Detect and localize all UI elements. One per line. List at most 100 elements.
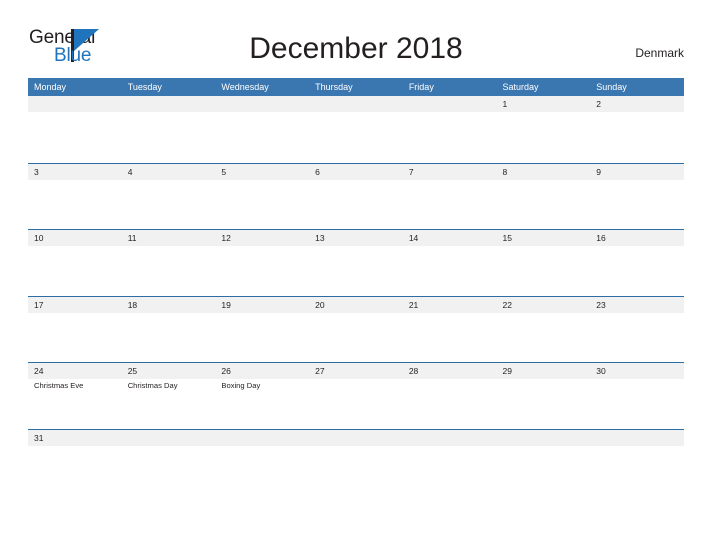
event-label [122, 313, 216, 327]
event-label [403, 180, 497, 194]
week-row: 3 4 5 6 7 8 9 [28, 162, 684, 230]
country-label: Denmark [635, 46, 684, 60]
day-cell[interactable]: 31 [28, 430, 122, 446]
event-label [590, 313, 684, 327]
event-label [403, 379, 497, 393]
day-cell[interactable]: 7 [403, 164, 497, 180]
event-label: Christmas Day [127, 381, 178, 390]
day-cell[interactable] [215, 96, 309, 112]
day-cell[interactable]: 10 [28, 230, 122, 246]
weekday-header-friday: Friday [408, 82, 434, 92]
event-row [28, 112, 684, 126]
event-label [309, 246, 403, 260]
event-label [28, 180, 122, 194]
calendar-grid: Monday Tuesday Wednesday Thursday Friday… [28, 78, 684, 453]
day-cell[interactable]: 13 [309, 230, 403, 246]
day-cell[interactable]: 25 [122, 363, 216, 379]
event-label [590, 246, 684, 260]
day-number-band: 10 11 12 13 14 15 16 [28, 230, 684, 246]
day-cell[interactable]: 4 [122, 164, 216, 180]
weekday-header-thursday: Thursday [315, 82, 353, 92]
event-label [28, 313, 122, 327]
day-cell[interactable] [590, 430, 684, 446]
event-label [309, 446, 403, 460]
event-label [497, 313, 591, 327]
day-cell[interactable]: 12 [215, 230, 309, 246]
week-row: 17 18 19 20 21 22 23 [28, 295, 684, 363]
event-label [309, 112, 403, 126]
day-cell[interactable]: 5 [215, 164, 309, 180]
event-label [497, 379, 591, 393]
week-row: 1 2 [28, 96, 684, 163]
day-cell[interactable]: 6 [309, 164, 403, 180]
weekday-header-tuesday: Tuesday [127, 82, 162, 92]
event-label [122, 112, 216, 126]
weekday-header-saturday: Saturday [502, 82, 539, 92]
event-label [309, 180, 403, 194]
event-label [590, 446, 684, 460]
day-cell[interactable]: 3 [28, 164, 122, 180]
day-cell[interactable] [215, 430, 309, 446]
event-label [215, 246, 309, 260]
day-cell[interactable]: 2 [590, 96, 684, 112]
weekday-header-monday: Monday [34, 82, 67, 92]
day-cell[interactable] [309, 430, 403, 446]
event-label [215, 180, 309, 194]
day-cell[interactable]: 21 [403, 297, 497, 313]
event-label [28, 112, 122, 126]
day-cell[interactable]: 1 [497, 96, 591, 112]
week-row: 31 [28, 428, 684, 453]
day-cell[interactable]: 11 [122, 230, 216, 246]
event-label [28, 446, 122, 460]
day-cell[interactable] [309, 96, 403, 112]
day-cell[interactable]: 14 [403, 230, 497, 246]
event-label [497, 246, 591, 260]
day-number-band: 17 18 19 20 21 22 23 [28, 296, 684, 313]
day-cell[interactable] [122, 96, 216, 112]
day-cell[interactable] [403, 430, 497, 446]
week-row: 10 11 12 13 14 15 16 [28, 229, 684, 296]
day-cell[interactable]: 30 [590, 363, 684, 379]
weekday-header-wednesday: Wednesday [221, 82, 269, 92]
event-label [403, 112, 497, 126]
event-label [215, 112, 309, 126]
day-cell[interactable]: 9 [590, 164, 684, 180]
day-cell[interactable]: 16 [590, 230, 684, 246]
day-cell[interactable] [122, 430, 216, 446]
event-label [309, 379, 403, 393]
day-cell[interactable]: 27 [309, 363, 403, 379]
event-row [28, 180, 684, 194]
event-label [403, 246, 497, 260]
day-cell[interactable]: 17 [28, 297, 122, 313]
event-label [215, 446, 309, 460]
event-label [497, 180, 591, 194]
day-cell[interactable]: 29 [497, 363, 591, 379]
day-cell[interactable]: 20 [309, 297, 403, 313]
event-label [403, 446, 497, 460]
day-cell[interactable]: 8 [497, 164, 591, 180]
day-cell[interactable]: 19 [215, 297, 309, 313]
day-cell[interactable] [497, 430, 591, 446]
calendar-page: General Blue December 2018 Denmark Monda… [0, 0, 712, 550]
day-cell[interactable]: 23 [590, 297, 684, 313]
day-number-band: 31 [28, 429, 684, 446]
day-cell[interactable] [28, 96, 122, 112]
day-cell[interactable]: 24 [28, 363, 122, 379]
event-label [122, 446, 216, 460]
day-cell[interactable]: 15 [497, 230, 591, 246]
day-cell[interactable]: 18 [122, 297, 216, 313]
event-row [28, 446, 684, 460]
day-cell[interactable]: 28 [403, 363, 497, 379]
event-label [28, 246, 122, 260]
day-cell[interactable]: 22 [497, 297, 591, 313]
event-label [403, 313, 497, 327]
event-label [309, 313, 403, 327]
weekday-header-row: Monday Tuesday Wednesday Thursday Friday… [28, 78, 684, 96]
page-title: December 2018 [249, 32, 463, 65]
event-row [28, 313, 684, 327]
page-header: General Blue December 2018 Denmark [0, 0, 712, 78]
day-cell[interactable]: 26 [215, 363, 309, 379]
day-cell[interactable] [403, 96, 497, 112]
day-number-band: 24 25 26 27 28 29 30 [28, 363, 684, 379]
event-label: Boxing Day [221, 381, 261, 390]
